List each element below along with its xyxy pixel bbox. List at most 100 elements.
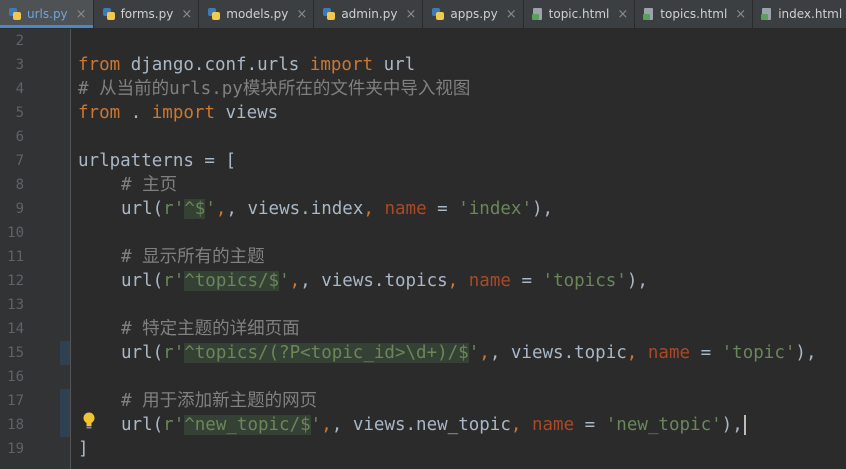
html-file-icon <box>761 7 773 21</box>
keyword: from <box>78 103 121 123</box>
line-number: 2 <box>15 33 24 49</box>
module-name: django.conf.urls <box>120 55 310 75</box>
tab-label: index.html <box>778 7 843 21</box>
equals: = <box>426 199 459 219</box>
line-number: 7 <box>15 153 24 169</box>
param-name: name <box>468 271 511 291</box>
string: 'index' <box>458 199 532 219</box>
string: 'topic' <box>721 343 796 363</box>
tab-label: apps.py <box>450 7 498 21</box>
python-file-icon <box>431 7 445 21</box>
string: r' <box>163 199 185 219</box>
tab-label: forms.py <box>120 7 174 21</box>
change-marker <box>60 341 70 365</box>
code-line: ] <box>78 439 89 459</box>
comma: , <box>479 343 490 363</box>
python-file-icon <box>207 7 221 21</box>
line-number-gutter: 2 3 4 5 6 7 8 9 10 11 12 13 14 15 16 17 … <box>0 29 71 469</box>
string: r' <box>163 271 185 291</box>
comma: , <box>626 343 638 363</box>
keyword: import <box>151 103 215 123</box>
code-area[interactable]: from django.conf.urls import url # 从当前的u… <box>78 29 846 469</box>
comma: , <box>363 199 374 219</box>
code-comment: # 主页 <box>121 175 178 195</box>
equals: = <box>510 271 543 291</box>
tab-index-html[interactable]: index.html × <box>753 0 846 28</box>
line-number: 3 <box>15 57 24 73</box>
close-icon[interactable]: × <box>405 7 416 22</box>
close-paren: ), <box>626 271 648 291</box>
import-name: url <box>373 55 416 75</box>
tab-topics-html[interactable]: topics.html × <box>635 0 754 28</box>
line-number: 17 <box>7 393 24 409</box>
string: ' <box>310 415 322 435</box>
tab-admin-py[interactable]: admin.py × <box>314 0 424 28</box>
line-number: 18 <box>7 417 24 433</box>
line-number: 9 <box>15 201 24 217</box>
code-line: urlpatterns = [ <box>78 151 237 171</box>
close-icon[interactable]: × <box>76 7 87 22</box>
code-comment: # 用于添加新主题的网页 <box>121 391 318 411</box>
line-number: 10 <box>7 225 24 241</box>
line-number: 19 <box>7 441 24 457</box>
param-name: name <box>647 343 691 363</box>
tab-models-py[interactable]: models.py × <box>199 0 315 28</box>
html-file-icon <box>643 7 655 21</box>
tab-urls-py[interactable]: urls.py × <box>0 0 94 28</box>
code-line: from . import views <box>78 101 278 125</box>
python-file-icon <box>322 7 336 21</box>
python-file-icon <box>8 7 22 21</box>
tab-apps-py[interactable]: apps.py × <box>423 0 524 28</box>
regex: ^$ <box>184 199 206 219</box>
string: 'new_topic' <box>605 415 722 435</box>
line-number: 15 <box>7 345 24 361</box>
param-name: name <box>531 415 575 435</box>
code-comment: # 特定主题的详细页面 <box>121 319 300 339</box>
tab-forms-py[interactable]: forms.py × <box>94 0 200 28</box>
line-number: 16 <box>7 369 24 385</box>
line-number: 13 <box>7 297 24 313</box>
function-call: url( <box>121 343 164 363</box>
regex: ^topics/(?P<topic_id>\d+)/$ <box>184 343 469 363</box>
line-number: 4 <box>15 81 24 97</box>
regex: ^topics/$ <box>184 271 280 291</box>
line-number: 12 <box>7 273 24 289</box>
equals: = <box>574 415 606 435</box>
view-ref: , views.new_topic <box>331 415 511 435</box>
tab-label: models.py <box>226 7 289 21</box>
close-icon[interactable]: × <box>735 7 746 22</box>
code-editor[interactable]: 2 3 4 5 6 7 8 9 10 11 12 13 14 15 16 17 … <box>0 29 846 469</box>
string: ' <box>468 343 480 363</box>
tab-label: admin.py <box>341 7 398 21</box>
string: ' <box>279 271 290 291</box>
comma: , <box>510 415 522 435</box>
change-marker <box>60 389 70 437</box>
close-icon[interactable]: × <box>296 7 307 22</box>
close-paren: ), <box>721 415 743 435</box>
close-icon[interactable]: × <box>617 7 628 22</box>
view-ref: , views.index <box>226 199 364 219</box>
equals: = <box>690 343 722 363</box>
tab-label: urls.py <box>27 7 68 21</box>
text-cursor <box>743 415 746 435</box>
code-comment: # 显示所有的主题 <box>121 247 265 267</box>
close-icon[interactable]: × <box>181 7 192 22</box>
function-call: url( <box>121 271 164 291</box>
html-file-icon <box>531 7 544 21</box>
code-line: url(r'^$',, views.index, name = 'index')… <box>121 197 553 221</box>
line-number: 6 <box>15 129 24 145</box>
code-line: url(r'^topics/$',, views.topics, name = … <box>121 269 648 293</box>
close-icon[interactable]: × <box>506 7 517 22</box>
line-number: 8 <box>15 177 24 193</box>
line-number: 11 <box>7 249 24 265</box>
code-comment: # 从当前的urls.py模块所在的文件夹中导入视图 <box>78 79 471 99</box>
view-ref: , views.topic <box>489 343 627 363</box>
comma: , <box>289 271 301 291</box>
tab-topic-html[interactable]: topic.html × <box>524 0 636 28</box>
line-number: 5 <box>15 105 24 121</box>
string: r' <box>163 343 185 363</box>
regex: ^new_topic/$ <box>184 415 311 435</box>
comma: , <box>321 415 332 435</box>
